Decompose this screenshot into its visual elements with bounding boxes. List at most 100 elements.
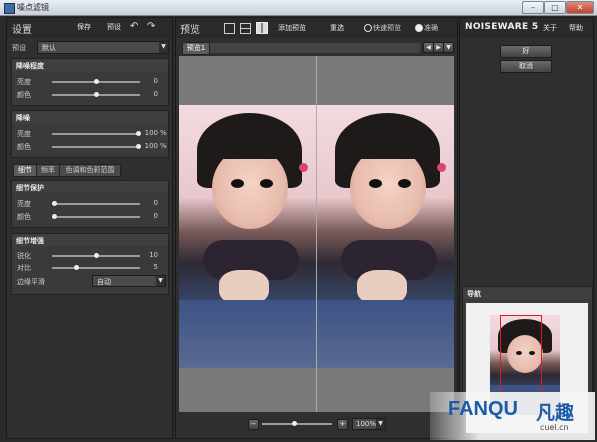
zoom-select[interactable]: 100% ▼ [352, 418, 386, 430]
split-horizontal-icon[interactable] [240, 23, 251, 34]
edge-smooth-value: 自动 [97, 278, 111, 286]
chroma-label: 颜色 [17, 91, 31, 99]
preset-value: 默认 [42, 44, 56, 52]
zoom-slider[interactable] [262, 423, 332, 425]
window-title: 噪点滤镜 [17, 3, 49, 12]
denoise-chroma-value: 100 [144, 142, 158, 150]
preset-select[interactable]: 默认 ▼ [37, 41, 169, 54]
app-icon [4, 3, 15, 14]
chevron-down-icon: ▼ [156, 276, 165, 286]
protect-chroma-label: 颜色 [17, 213, 31, 221]
protect-luma-slider[interactable] [52, 203, 140, 205]
tab-tone-range[interactable]: 色调和色彩范围 [59, 164, 121, 177]
percent-unit: % [160, 142, 167, 150]
watermark-cn: 凡趣 [536, 402, 575, 424]
tab-preview1[interactable]: 预览1 [182, 42, 210, 55]
navigator-title: 导航 [467, 290, 481, 298]
close-button[interactable]: ✕ [566, 1, 594, 14]
tab-frequency[interactable]: 频率 [36, 164, 60, 177]
cancel-button[interactable]: 取消 [500, 60, 552, 73]
undo-icon[interactable]: ↶ [130, 21, 142, 33]
protect-luma-knob[interactable] [52, 201, 57, 206]
luma-label: 亮度 [17, 78, 31, 86]
chroma-value: 0 [153, 90, 158, 98]
right-panel: NOISEWARE 5 关于 帮助 好 取消 导航 [459, 17, 594, 439]
redo-icon[interactable]: ↷ [147, 21, 159, 33]
denoise-header: 降噪 [12, 111, 168, 123]
zoom-in-button[interactable]: + [337, 419, 348, 430]
reset-button[interactable]: 重选 [326, 23, 348, 33]
single-view-icon[interactable] [224, 23, 235, 34]
noise-level-section: 降噪程度 亮度 0 颜色 0 [11, 58, 169, 106]
protect-chroma-value: 0 [153, 212, 158, 220]
detail-protect-header: 细节保护 [12, 181, 168, 193]
denoise-luma-value: 100 [144, 129, 158, 137]
watermark-logo: FANQU [448, 398, 518, 420]
percent-unit: % [160, 129, 167, 137]
sharpen-value: 10 [149, 251, 158, 259]
noise-level-title: 降噪程度 [16, 62, 44, 70]
zoom-slider-knob[interactable] [292, 421, 297, 426]
preview-canvas[interactable] [179, 56, 454, 412]
menu-arrow-icon[interactable]: ▼ [443, 42, 454, 53]
denoise-chroma-knob[interactable] [136, 144, 141, 149]
tab-detail[interactable]: 细节 [13, 164, 37, 177]
contrast-knob[interactable] [74, 265, 79, 270]
about-button[interactable]: 关于 [540, 23, 560, 33]
accurate-radio[interactable] [415, 24, 423, 32]
chevron-down-icon: ▼ [159, 42, 168, 53]
denoise-luma-slider[interactable] [52, 133, 140, 135]
detail-protect-title: 细节保护 [16, 184, 44, 192]
sharpen-label: 锐化 [17, 252, 31, 260]
zoom-value: 100% [356, 420, 377, 428]
settings-title: 设置 [12, 25, 32, 36]
before-image [179, 105, 316, 368]
preset-button[interactable]: 预设 [103, 22, 125, 33]
denoise-chroma-label: 颜色 [17, 143, 31, 151]
chroma-slider-knob[interactable] [94, 92, 99, 97]
title-bar: 噪点滤镜 – □ ✕ [0, 0, 597, 16]
ok-button[interactable]: 好 [500, 45, 552, 58]
contrast-slider[interactable] [52, 267, 140, 269]
preview-header: 预览 添加预览 重选 快速预览 准确 [176, 18, 457, 38]
detail-protect-section: 细节保护 亮度 0 颜色 0 [11, 180, 169, 228]
accurate-label: 准确 [424, 24, 438, 32]
settings-panel: 设置 保存 预设 ↶ ↷ 预设 默认 ▼ 降噪程度 亮度 0 颜色 0 降噪 亮… [6, 17, 173, 439]
save-button[interactable]: 保存 [73, 22, 95, 33]
help-button[interactable]: 帮助 [566, 23, 586, 33]
protect-luma-label: 亮度 [17, 200, 31, 208]
protect-chroma-knob[interactable] [52, 214, 57, 219]
maximize-button[interactable]: □ [544, 1, 566, 14]
contrast-label: 对比 [17, 264, 31, 272]
add-preview-button[interactable]: 添加预览 [274, 23, 310, 33]
watermark: FANQU 凡趣 cuel.cn [430, 392, 595, 440]
detail-enhance-title: 细节增强 [16, 237, 44, 245]
luma-slider-knob[interactable] [94, 79, 99, 84]
after-image [317, 105, 454, 368]
preview-panel: 预览 添加预览 重选 快速预览 准确 预览1 ◀ ▶ ▼ − + 100% ▼ [175, 17, 458, 439]
denoise-chroma-slider[interactable] [52, 146, 140, 148]
sharpen-knob[interactable] [94, 253, 99, 258]
protect-chroma-slider[interactable] [52, 216, 140, 218]
zoom-out-button[interactable]: − [248, 419, 259, 430]
settings-header: 设置 保存 预设 ↶ ↷ [7, 18, 172, 38]
watermark-url: cuel.cn [540, 423, 569, 432]
tab-strip [210, 43, 420, 53]
edge-smooth-select[interactable]: 自动 ▼ [92, 275, 166, 287]
contrast-value: 5 [153, 263, 158, 271]
denoise-title: 降噪 [16, 114, 30, 122]
detail-enhance-section: 细节增强 锐化 10 对比 5 边缘平滑 自动 ▼ [11, 233, 169, 295]
denoise-luma-knob[interactable] [136, 131, 141, 136]
fast-preview-label: 快速预览 [373, 24, 401, 32]
brand-header: NOISEWARE 5 关于 帮助 [460, 18, 593, 38]
detail-enhance-header: 细节增强 [12, 234, 168, 246]
fast-preview-radio[interactable] [364, 24, 372, 32]
denoise-luma-label: 亮度 [17, 130, 31, 138]
split-vertical-icon[interactable] [256, 22, 268, 34]
luma-value: 0 [153, 77, 158, 85]
navigator-header: 导航 [463, 287, 592, 299]
minimize-button[interactable]: – [522, 1, 544, 14]
preset-label: 预设 [12, 44, 26, 52]
denoise-section: 降噪 亮度 100 % 颜色 100 % [11, 110, 169, 158]
brand-logo: NOISEWARE 5 [465, 22, 539, 32]
